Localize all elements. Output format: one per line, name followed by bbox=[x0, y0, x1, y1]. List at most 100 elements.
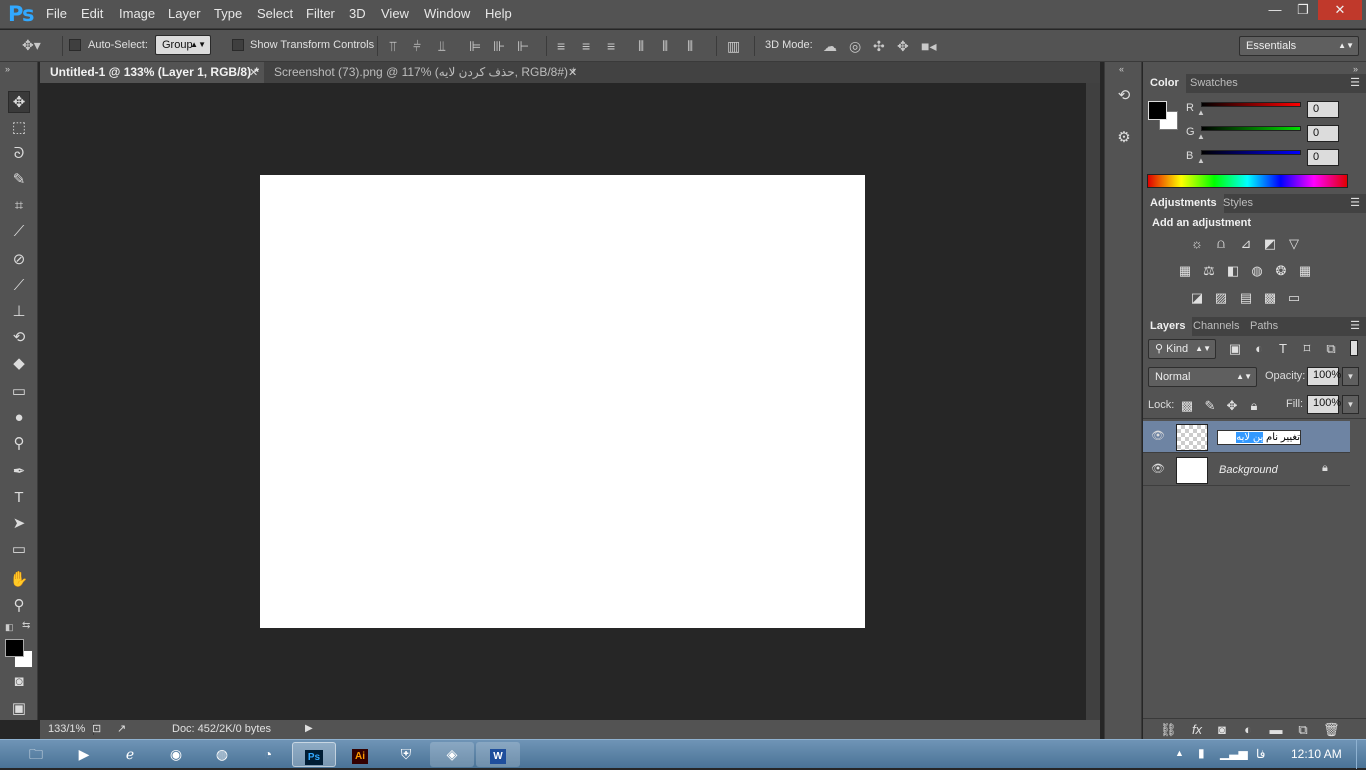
posterize-icon[interactable]: ▨ bbox=[1213, 291, 1229, 305]
zoom-level[interactable]: 133/1% bbox=[48, 723, 95, 735]
black-white-icon[interactable]: ◧ bbox=[1225, 264, 1241, 278]
channel-g-value[interactable]: 0 bbox=[1307, 125, 1339, 142]
link-layers-icon[interactable]: ⛓︎ bbox=[1160, 723, 1177, 737]
show-desktop-button[interactable] bbox=[1356, 740, 1366, 769]
tab-channels[interactable]: Channels bbox=[1186, 317, 1246, 336]
workspace-dropdown[interactable]: Essentials ▲▼ bbox=[1239, 36, 1359, 56]
menu-filter[interactable]: Filter bbox=[306, 6, 335, 21]
channel-b-slider[interactable] bbox=[1201, 150, 1301, 155]
security-app-icon[interactable]: ⛨ bbox=[384, 742, 428, 767]
auto-select-checkbox[interactable] bbox=[69, 39, 81, 51]
expand-panels-icon[interactable]: « bbox=[1119, 64, 1124, 74]
filter-toggle-switch[interactable] bbox=[1350, 340, 1358, 356]
screen-mode-icon[interactable]: ▣ bbox=[8, 698, 30, 720]
chrome-icon[interactable]: ◉ bbox=[154, 742, 198, 767]
show-transform-checkbox[interactable] bbox=[232, 39, 244, 51]
auto-align-icon[interactable]: ▥ bbox=[727, 38, 740, 54]
color-lookup-icon[interactable]: ▦ bbox=[1297, 264, 1313, 278]
curves-icon[interactable]: ⊿ bbox=[1238, 237, 1254, 251]
distribute-right-icon[interactable]: ⦀ bbox=[687, 38, 693, 54]
new-layer-icon[interactable]: ⧉ bbox=[1295, 723, 1311, 737]
tab-paths[interactable]: Paths bbox=[1243, 317, 1285, 336]
menu-help[interactable]: Help bbox=[485, 6, 512, 21]
tab-swatches[interactable]: Swatches bbox=[1183, 74, 1245, 93]
clone-stamp-tool-icon[interactable]: ⊥ bbox=[8, 301, 30, 323]
battery-icon[interactable]: ▮ bbox=[1198, 746, 1205, 760]
collapse-to-icons-icon[interactable]: » bbox=[1353, 64, 1358, 74]
menu-window[interactable]: Window bbox=[424, 6, 470, 21]
move-tool-icon[interactable]: ✥ bbox=[8, 91, 30, 113]
align-left-icon[interactable]: ⊫ bbox=[469, 38, 481, 54]
3d-scale-icon[interactable]: ■◂ bbox=[921, 38, 936, 54]
blur-tool-icon[interactable]: ● bbox=[8, 407, 30, 429]
menu-layer[interactable]: Layer bbox=[168, 6, 201, 21]
foreground-color-box[interactable] bbox=[1148, 101, 1167, 120]
firefox-icon[interactable]: ◍ bbox=[200, 742, 244, 767]
eraser-tool-icon[interactable]: ◆ bbox=[8, 353, 30, 375]
lasso-tool-icon[interactable]: ᘐ bbox=[8, 143, 30, 165]
tab-styles[interactable]: Styles bbox=[1216, 194, 1260, 213]
menu-view[interactable]: View bbox=[381, 6, 409, 21]
file-explorer-icon[interactable]: 🗀︎ bbox=[14, 742, 58, 767]
marquee-tool-icon[interactable]: ⬚ bbox=[8, 117, 30, 139]
channel-r-value[interactable]: 0 bbox=[1307, 101, 1339, 118]
language-indicator[interactable]: فا bbox=[1256, 747, 1265, 761]
opacity-value[interactable]: 100% bbox=[1307, 367, 1341, 386]
distribute-vcenter-icon[interactable]: ≡ bbox=[582, 38, 590, 54]
filter-smart-object-icon[interactable]: ⧉ bbox=[1323, 342, 1339, 356]
menu-select[interactable]: Select bbox=[257, 6, 293, 21]
healing-brush-tool-icon[interactable]: ⊘ bbox=[8, 249, 30, 271]
move-tool-preset-icon[interactable]: ✥▾ bbox=[22, 37, 41, 53]
fill-dropdown-icon[interactable]: ▼ bbox=[1342, 395, 1359, 414]
close-tab-icon[interactable]: ✕ bbox=[568, 66, 577, 79]
vibrance-icon[interactable]: ▽ bbox=[1286, 237, 1302, 251]
quick-mask-icon[interactable]: ◙ bbox=[8, 671, 30, 693]
vpn-app-icon[interactable]: ◈ bbox=[430, 742, 474, 767]
lock-all-icon[interactable]: 🔒︎ bbox=[1246, 399, 1262, 413]
lock-image-icon[interactable]: ✎ bbox=[1202, 399, 1218, 413]
blend-mode-dropdown[interactable]: Normal ▲▼ bbox=[1148, 367, 1257, 387]
blender-icon[interactable]: ◔ bbox=[246, 742, 290, 767]
threshold-icon[interactable]: ▤ bbox=[1238, 291, 1254, 305]
gradient-map-icon[interactable]: ▩ bbox=[1262, 291, 1278, 305]
filter-type-icon[interactable]: T bbox=[1275, 342, 1291, 356]
3d-rotate-icon[interactable]: ☁ bbox=[823, 38, 837, 54]
align-hcenter-icon[interactable]: ⊪ bbox=[493, 38, 505, 54]
hue-saturation-icon[interactable]: ▦ bbox=[1177, 264, 1193, 278]
panel-menu-icon[interactable]: ☰ bbox=[1350, 196, 1360, 209]
visibility-eye-icon[interactable]: 👁︎ bbox=[1151, 429, 1165, 442]
align-vcenter-icon[interactable]: ⫩ bbox=[413, 38, 421, 54]
brush-tool-icon[interactable]: ⟋ bbox=[8, 275, 30, 297]
status-preview-icon[interactable]: ⊡ bbox=[92, 722, 101, 735]
menu-type[interactable]: Type bbox=[214, 6, 242, 21]
layer-style-icon[interactable]: fx bbox=[1189, 723, 1205, 737]
clock[interactable]: 12:10 AM bbox=[1291, 747, 1342, 761]
filter-shape-icon[interactable]: ⌑ bbox=[1299, 342, 1315, 356]
tab-color[interactable]: Color bbox=[1143, 74, 1186, 93]
layer-filter-dropdown[interactable]: ⚲ Kind ▲▼ bbox=[1148, 339, 1216, 359]
slider-thumb-icon[interactable]: ▲ bbox=[1197, 108, 1205, 117]
visibility-eye-icon[interactable]: 👁︎ bbox=[1151, 462, 1165, 475]
dodge-tool-icon[interactable]: ⚲ bbox=[8, 433, 30, 455]
close-tab-icon[interactable]: ✕ bbox=[249, 66, 258, 79]
gradient-tool-icon[interactable]: ▭ bbox=[8, 381, 30, 403]
filter-pixel-icon[interactable]: ▣ bbox=[1227, 342, 1243, 356]
align-right-icon[interactable]: ⊩ bbox=[517, 38, 529, 54]
history-panel-icon[interactable]: ⟲ bbox=[1113, 86, 1135, 108]
menu-image[interactable]: Image bbox=[119, 6, 155, 21]
distribute-top-icon[interactable]: ≡ bbox=[557, 38, 565, 54]
invert-icon[interactable]: ◪ bbox=[1189, 291, 1205, 305]
quick-select-tool-icon[interactable]: ✎ bbox=[8, 169, 30, 191]
close-button[interactable]: ✕ bbox=[1318, 0, 1362, 20]
distribute-hcenter-icon[interactable]: ⦀ bbox=[662, 38, 668, 54]
minimize-button[interactable]: — bbox=[1261, 0, 1289, 20]
document-canvas[interactable] bbox=[260, 175, 865, 628]
lock-position-icon[interactable]: ✥ bbox=[1224, 399, 1240, 413]
new-group-icon[interactable]: ▬ bbox=[1268, 723, 1284, 737]
properties-panel-icon[interactable]: ⚙ bbox=[1113, 128, 1135, 150]
word-icon[interactable]: W bbox=[476, 742, 520, 767]
history-brush-tool-icon[interactable]: ⟲ bbox=[8, 327, 30, 349]
add-mask-icon[interactable]: ◙ bbox=[1214, 723, 1230, 737]
swap-colors-icon[interactable]: ⇆ bbox=[22, 620, 30, 631]
restore-button[interactable]: ❐ bbox=[1289, 0, 1317, 20]
